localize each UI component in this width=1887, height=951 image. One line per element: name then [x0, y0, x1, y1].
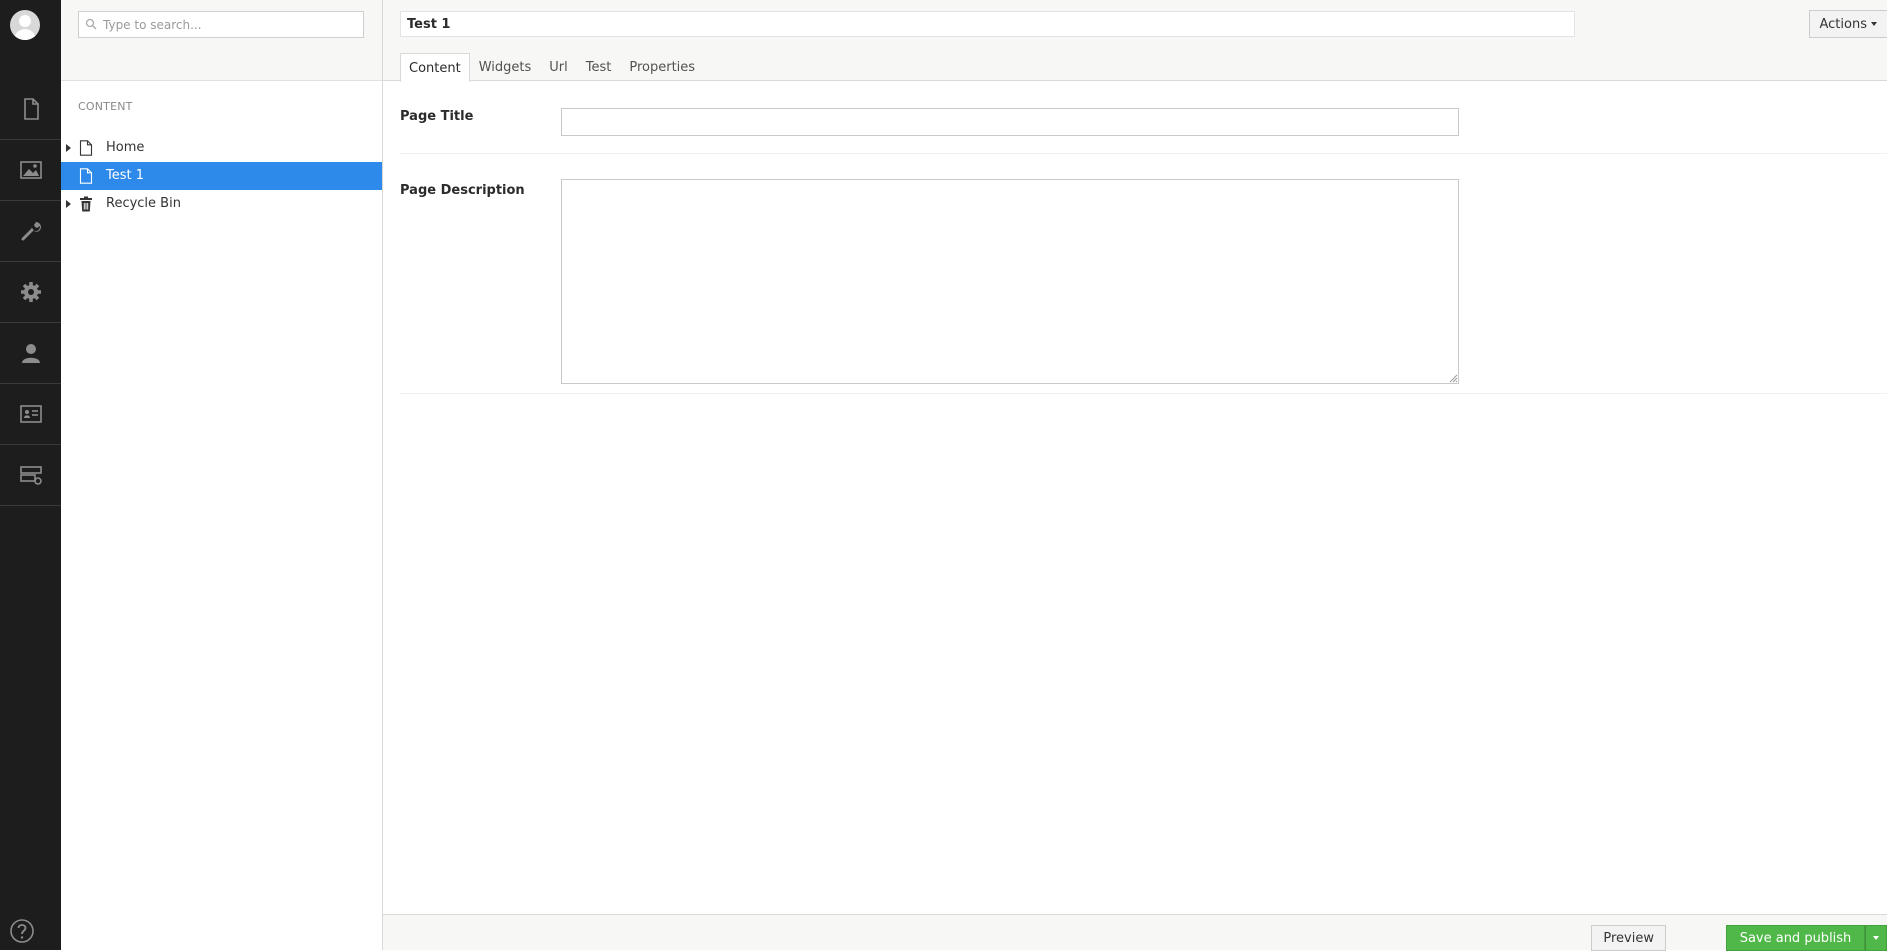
gear-icon [19, 280, 43, 304]
tree-node-label: Home [106, 140, 144, 155]
section-settings[interactable] [0, 262, 61, 323]
caret-down-icon [1873, 936, 1879, 940]
image-icon [19, 158, 43, 182]
property-page-title: Page Title [400, 82, 1887, 154]
resize-grip-icon[interactable] [1449, 374, 1458, 383]
preview-button[interactable]: Preview [1591, 925, 1666, 951]
tree-node-label: Recycle Bin [106, 196, 181, 211]
wrench-icon [19, 219, 43, 243]
server-settings-icon [19, 463, 43, 487]
tab-test[interactable]: Test [577, 53, 621, 81]
section-list [0, 79, 61, 506]
page-description-label: Page Description [400, 183, 525, 198]
tree-node-home[interactable]: Home [61, 134, 382, 162]
help-icon[interactable] [9, 918, 35, 944]
user-avatar-icon[interactable] [10, 10, 40, 40]
tab-properties[interactable]: Properties [620, 53, 704, 81]
tab-widgets[interactable]: Widgets [470, 53, 541, 81]
page-title-input[interactable] [561, 108, 1459, 136]
search-input[interactable] [101, 12, 359, 37]
editor-header: Actions Content Widgets Url Test Propert… [383, 0, 1887, 81]
publish-options-button[interactable] [1865, 925, 1887, 951]
content-editor: Actions Content Widgets Url Test Propert… [383, 0, 1887, 950]
tree-search-area [61, 0, 382, 81]
content-name-input[interactable] [400, 11, 1575, 37]
editor-footer: Preview Save and publish [383, 914, 1887, 950]
save-and-publish-button[interactable]: Save and publish [1726, 925, 1865, 951]
tab-url[interactable]: Url [540, 53, 576, 81]
tab-content[interactable]: Content [400, 53, 470, 82]
search-box[interactable] [78, 11, 364, 38]
tree-node-label: Test 1 [106, 168, 144, 183]
section-content[interactable] [0, 79, 61, 140]
property-page-description: Page Description [400, 154, 1887, 394]
caret-down-icon [1871, 22, 1877, 26]
section-users[interactable] [0, 323, 61, 384]
tree-node-recycle-bin[interactable]: Recycle Bin [61, 190, 382, 218]
search-icon [85, 18, 97, 30]
section-developer[interactable] [0, 201, 61, 262]
tree-section-title: CONTENT [78, 100, 133, 113]
id-card-icon [19, 402, 43, 426]
expand-arrow-icon[interactable] [66, 144, 71, 152]
trash-icon [79, 196, 93, 212]
actions-button[interactable]: Actions [1809, 10, 1887, 38]
section-media[interactable] [0, 140, 61, 201]
section-members[interactable] [0, 384, 61, 445]
user-icon [19, 341, 43, 365]
actions-label: Actions [1820, 17, 1868, 32]
content-form: Page Title Page Description [400, 82, 1887, 394]
page-title-label: Page Title [400, 109, 473, 124]
page-description-textarea[interactable] [561, 179, 1459, 384]
document-icon [19, 97, 43, 121]
app-sidebar [0, 0, 61, 950]
expand-arrow-icon[interactable] [66, 200, 71, 208]
document-icon [79, 168, 93, 184]
content-tree-panel: CONTENT Home Test 1 [61, 0, 383, 950]
content-tree: Home Test 1 Recycle Bin [61, 134, 382, 218]
editor-tabs: Content Widgets Url Test Properties [400, 53, 704, 82]
tree-node-test-1[interactable]: Test 1 [61, 162, 382, 190]
document-icon [79, 140, 93, 156]
section-forms[interactable] [0, 445, 61, 506]
